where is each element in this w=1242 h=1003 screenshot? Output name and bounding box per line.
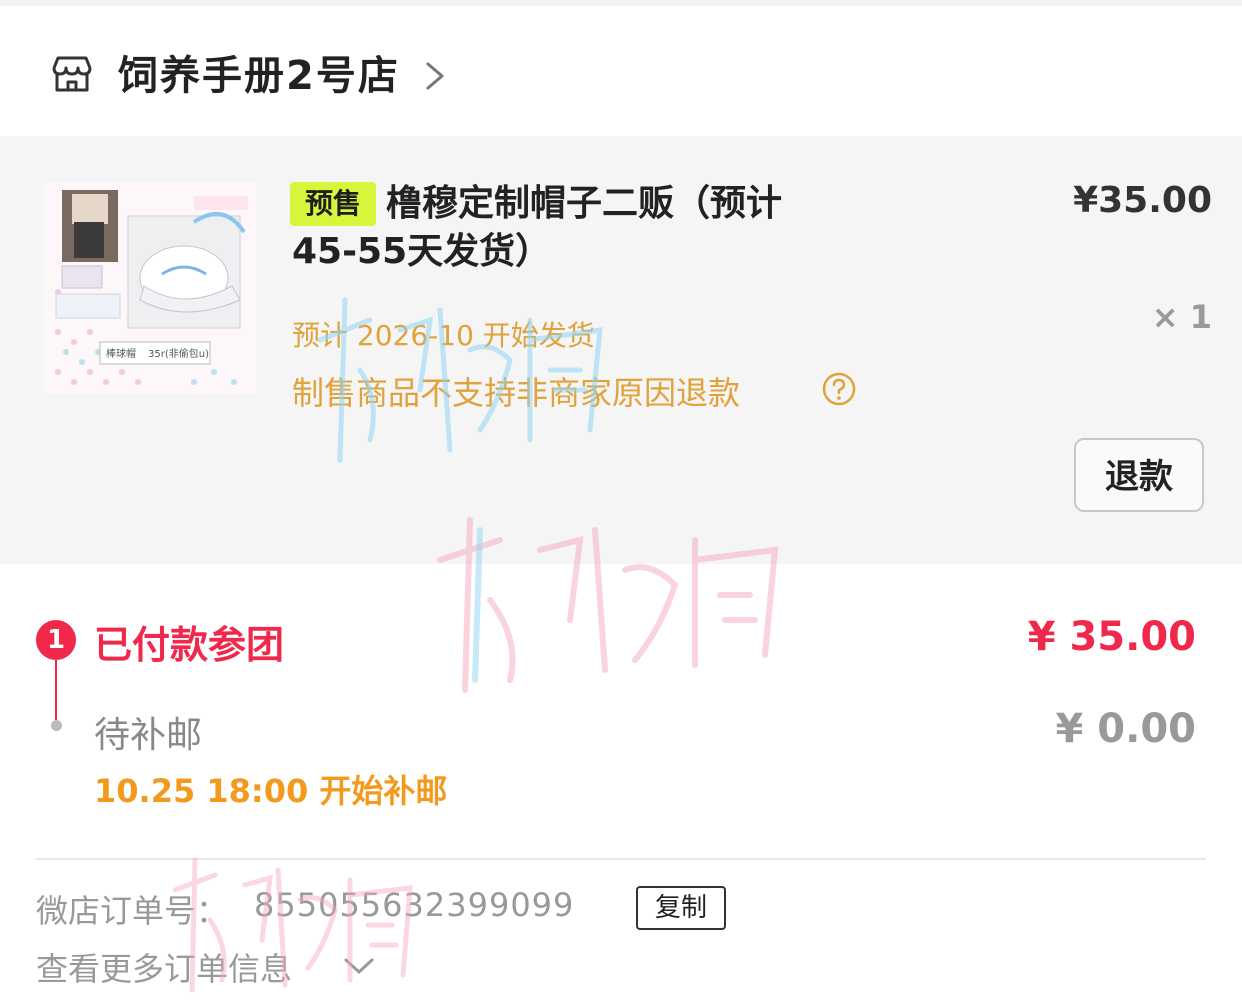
presale-badge: 预售 [290,182,376,226]
shop-name[interactable]: 饲养手册2号店 [118,48,400,104]
shipping-note: 预计 2026-10 开始发货 [292,319,595,352]
chevron-down-icon[interactable] [342,954,376,978]
order-number-label: 微店订单号： [36,892,229,930]
step-2-label: 待补邮 [94,715,203,756]
svg-text:棒球帽: 棒球帽 [106,347,136,360]
product-quantity: × 1 [1151,298,1212,336]
product-image: 棒球帽 35r(非偷包u) [44,182,256,394]
refund-button[interactable]: 退款 [1074,438,1204,512]
order-number: 855055632399099 [254,886,575,924]
step-connector [55,660,57,720]
shop-header[interactable]: 饲养手册2号店 [0,6,1242,136]
more-order-info-link[interactable]: 查看更多订单信息 [36,944,292,990]
chevron-right-icon[interactable] [420,56,450,96]
refund-policy-note: 制售商品不支持非商家原因退款 [292,374,741,412]
copy-button[interactable]: 复制 [636,886,726,930]
svg-text:35r(非偷包u): 35r(非偷包u) [148,347,209,360]
step-2-time: 10.25 18:00 开始补邮 [94,772,448,810]
step-2-amount: ¥ 0.00 [1055,706,1196,752]
step-1-amount: ¥ 35.00 [1027,614,1196,660]
step-1-marker: 1 [36,620,76,660]
store-icon [52,56,92,92]
question-circle-icon[interactable] [822,372,856,406]
divider [36,858,1206,860]
product-card[interactable]: 棒球帽 35r(非偷包u) 橹穆定制帽子二贩（预计45-55天发货） 预售 ¥3… [0,136,1242,564]
product-thumbnail[interactable]: 棒球帽 35r(非偷包u) [44,182,256,394]
step-2-marker [51,720,62,731]
product-price: ¥35.00 [1073,180,1212,221]
step-1-label: 已付款参团 [94,623,285,667]
